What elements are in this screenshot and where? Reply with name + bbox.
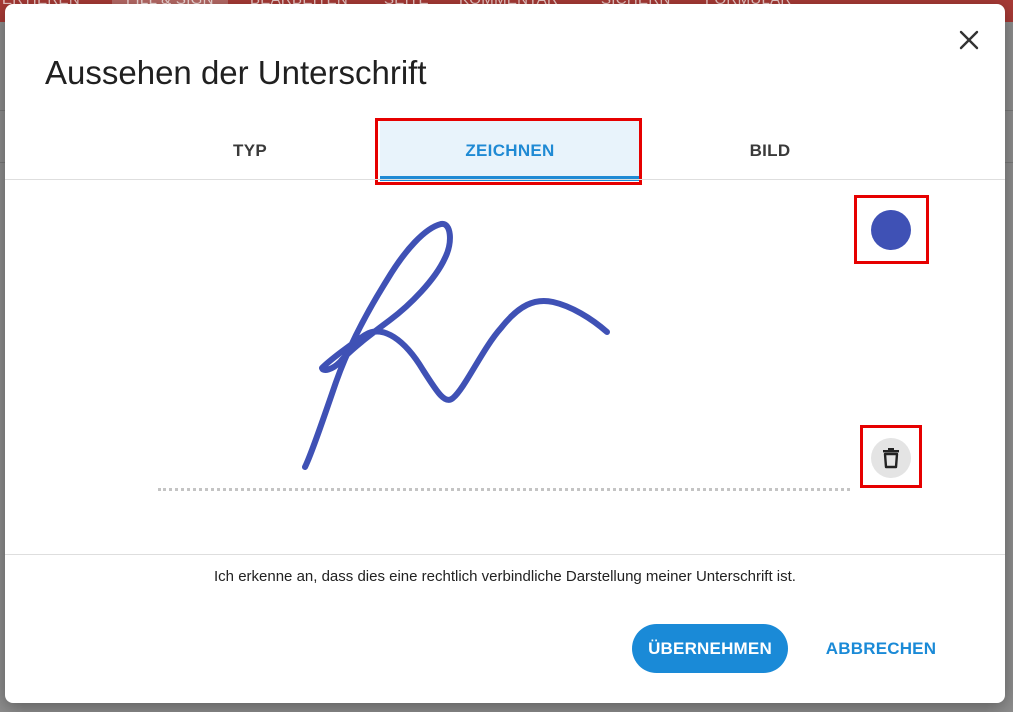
trash-icon (883, 448, 899, 469)
close-icon[interactable] (955, 26, 983, 54)
drawing-canvas[interactable] (5, 180, 1005, 554)
tab-zeichnen-label: ZEICHNEN (465, 141, 555, 160)
color-dot-icon[interactable] (871, 210, 911, 250)
cancel-button[interactable]: ABBRECHEN (817, 624, 945, 673)
apply-button[interactable]: ÜBERNEHMEN (632, 624, 788, 673)
consent-text: Ich erkenne an, dass dies eine rechtlich… (214, 568, 796, 585)
signature-type-tabs: TYP ZEICHNEN BILD (120, 121, 895, 181)
dialog-title: Aussehen der Unterschrift (45, 54, 427, 91)
signature-baseline (158, 488, 850, 491)
signature-stroke (302, 221, 610, 470)
tab-zeichnen[interactable]: ZEICHNEN (380, 121, 640, 181)
tab-typ[interactable]: TYP (120, 121, 380, 181)
tab-bild[interactable]: BILD (640, 121, 900, 181)
drawn-signature (302, 221, 610, 470)
delete-button[interactable] (871, 438, 911, 478)
signature-dialog: Aussehen der Unterschrift TYP ZEICHNEN B… (5, 4, 1005, 703)
footer-divider (5, 554, 1005, 555)
